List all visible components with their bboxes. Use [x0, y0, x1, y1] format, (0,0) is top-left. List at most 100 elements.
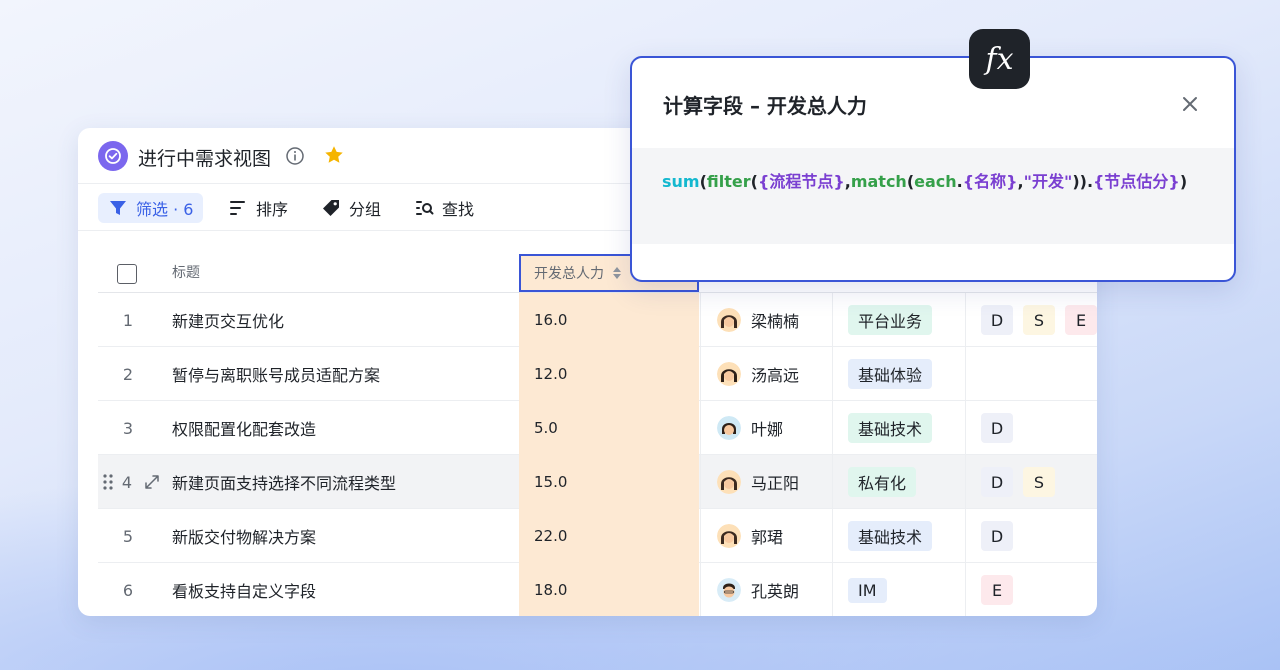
row-dev-manpower[interactable]: 5.0 — [519, 401, 699, 455]
row-owner[interactable]: 梁楠楠 — [700, 293, 832, 347]
role-tag-d: D — [981, 305, 1013, 335]
row-owner[interactable]: 马正阳 — [700, 455, 832, 509]
find-label: 查找 — [442, 200, 475, 219]
find-icon — [416, 201, 434, 215]
row-number: 5 — [122, 526, 134, 546]
formula-fn-match: match — [850, 172, 907, 191]
find-button[interactable]: 查找 — [404, 193, 484, 223]
row-title[interactable]: 权限配置化配套改造 — [172, 401, 512, 455]
table-row[interactable]: 6 看板支持自定义字段 18.0 孔英朗 IM E — [98, 563, 1097, 616]
row-number: 1 — [122, 310, 134, 330]
row-role-tags[interactable]: E — [965, 563, 1097, 616]
tag-icon — [323, 200, 339, 216]
row-title[interactable]: 新版交付物解决方案 — [172, 509, 512, 563]
table-row[interactable]: 1 新建页交互优化 16.0 梁楠楠 平台业务 D S E — [98, 293, 1097, 347]
select-all-checkbox[interactable] — [117, 264, 137, 284]
sort-label: 排序 — [256, 200, 289, 219]
table-row[interactable]: 5 新版交付物解决方案 22.0 郭珺 基础技术 D — [98, 509, 1097, 563]
row-business[interactable]: 基础体验 — [832, 347, 965, 401]
table-row[interactable]: 4 新建页面支持选择不同流程类型 15.0 马正阳 私有化 D S — [98, 455, 1097, 509]
sort-button[interactable]: 排序 — [218, 193, 298, 223]
business-tag: 私有化 — [848, 467, 917, 497]
formula-string-dev: "开发" — [1023, 172, 1073, 191]
table-row[interactable]: 2 暂停与离职账号成员适配方案 12.0 汤高远 基础体验 — [98, 347, 1097, 401]
avatar — [717, 308, 741, 332]
row-business[interactable]: IM — [832, 563, 965, 616]
view-title: 进行中需求视图 — [138, 148, 272, 170]
role-tag-s: S — [1023, 305, 1055, 335]
row-dev-manpower[interactable]: 22.0 — [519, 509, 699, 563]
row-role-tags[interactable] — [965, 347, 1097, 401]
row-number: 6 — [122, 580, 134, 600]
row-dev-manpower[interactable]: 16.0 — [519, 293, 699, 347]
row-business[interactable]: 平台业务 — [832, 293, 965, 347]
row-business[interactable]: 基础技术 — [832, 509, 965, 563]
role-tag-d: D — [981, 413, 1013, 443]
formula-field-node-score: {节点估分} — [1093, 172, 1180, 191]
expand-icon[interactable] — [144, 474, 160, 490]
avatar — [717, 524, 741, 548]
header-dev-manpower-label: 开发总人力 — [534, 266, 604, 282]
table-row[interactable]: 3 权限配置化配套改造 5.0 叶娜 基础技术 D — [98, 401, 1097, 455]
row-title[interactable]: 看板支持自定义字段 — [172, 563, 512, 616]
formula-editor[interactable]: sum(filter({流程节点},match(each.{名称},"开发"))… — [632, 148, 1234, 244]
table-body: 1 新建页交互优化 16.0 梁楠楠 平台业务 D S E 2 暂停与离职账号成… — [98, 293, 1097, 616]
role-tag-e: E — [1065, 305, 1097, 335]
group-button[interactable]: 分组 — [311, 193, 391, 223]
role-tag-s: S — [1023, 467, 1055, 497]
row-title[interactable]: 新建页交互优化 — [172, 293, 512, 347]
formula-field-name: {名称} — [962, 172, 1018, 191]
row-owner[interactable]: 叶娜 — [700, 401, 832, 455]
business-tag: 平台业务 — [848, 305, 933, 335]
filter-icon — [110, 201, 126, 215]
calculated-field-popup: 计算字段 – 开发总人力 sum(filter({流程节点},match(eac… — [630, 56, 1236, 282]
header-title[interactable]: 标题 — [172, 253, 200, 293]
row-dev-manpower[interactable]: 12.0 — [519, 347, 699, 401]
row-role-tags[interactable]: D S E — [965, 293, 1097, 347]
owner-name: 郭珺 — [751, 528, 784, 547]
role-tag-d: D — [981, 467, 1013, 497]
owner-name: 梁楠楠 — [751, 312, 800, 331]
row-business[interactable]: 私有化 — [832, 455, 965, 509]
row-number: 3 — [122, 418, 134, 438]
avatar — [717, 416, 741, 440]
owner-name: 孔英朗 — [751, 582, 800, 601]
row-role-tags[interactable]: D S — [965, 455, 1097, 509]
group-label: 分组 — [349, 200, 382, 219]
business-tag: IM — [848, 577, 887, 603]
row-number: 2 — [122, 364, 134, 384]
row-role-tags[interactable]: D — [965, 509, 1097, 563]
star-icon[interactable] — [323, 144, 345, 166]
row-owner[interactable]: 孔英朗 — [700, 563, 832, 616]
owner-name: 马正阳 — [751, 474, 800, 493]
close-icon[interactable] — [1180, 94, 1200, 114]
popup-title: 计算字段 – 开发总人力 — [663, 94, 867, 118]
avatar — [717, 578, 741, 602]
owner-name: 汤高远 — [751, 366, 800, 385]
row-title[interactable]: 新建页面支持选择不同流程类型 — [172, 455, 512, 509]
business-tag: 基础技术 — [848, 521, 933, 551]
row-owner[interactable]: 郭珺 — [700, 509, 832, 563]
filter-label: 筛选 · 6 — [136, 200, 194, 219]
filter-button[interactable]: 筛选 · 6 — [98, 193, 204, 223]
role-tag-d: D — [981, 521, 1013, 551]
avatar — [717, 362, 741, 386]
sort-icon — [230, 201, 245, 215]
avatar — [717, 470, 741, 494]
formula-field-flow-node: {流程节点} — [757, 172, 845, 191]
info-icon[interactable] — [285, 146, 305, 166]
row-role-tags[interactable]: D — [965, 401, 1097, 455]
role-tag-e: E — [981, 575, 1013, 605]
row-title[interactable]: 暂停与离职账号成员适配方案 — [172, 347, 512, 401]
business-tag: 基础技术 — [848, 413, 933, 443]
formula-fn-filter: filter — [706, 172, 751, 191]
row-dev-manpower[interactable]: 15.0 — [519, 455, 699, 509]
owner-name: 叶娜 — [751, 420, 784, 439]
fx-icon: fx — [969, 29, 1030, 89]
row-dev-manpower[interactable]: 18.0 — [519, 563, 699, 616]
row-business[interactable]: 基础技术 — [832, 401, 965, 455]
formula-fn-sum: sum — [662, 172, 700, 191]
row-owner[interactable]: 汤高远 — [700, 347, 832, 401]
business-tag: 基础体验 — [848, 359, 933, 389]
view-check-icon — [98, 141, 128, 171]
